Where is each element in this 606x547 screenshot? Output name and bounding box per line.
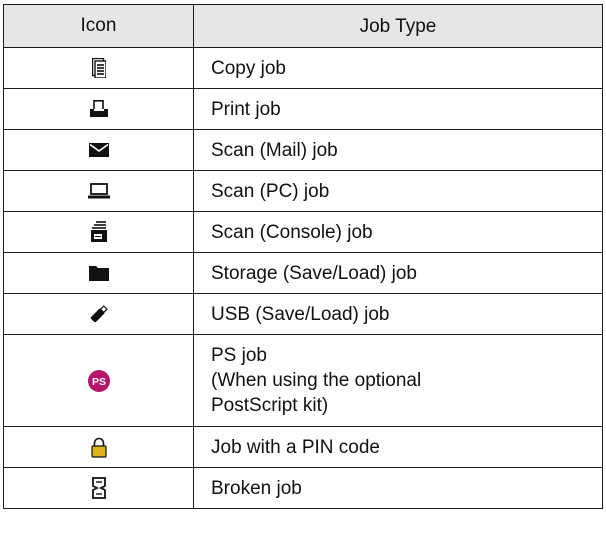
table-row: Scan (Console) job [4,211,602,252]
table-row: Scan (Mail) job [4,129,602,170]
table-row: PS PS job (When using the optional PostS… [4,334,602,426]
job-type-label: Copy job [211,57,286,79]
laptop-icon [87,183,110,199]
table-row: Storage (Save/Load) job [4,252,602,293]
copy-job-icon [91,58,106,78]
svg-text:PS: PS [91,376,105,388]
job-type-table: Icon Job Type Copy job Print job Scan (M… [3,4,603,509]
folder-icon [88,265,109,281]
table-row: Scan (PC) job [4,170,602,211]
scan-console-icon [90,221,108,243]
job-type-label: PS job (When using the optional PostScri… [211,345,422,416]
lock-icon [90,437,107,458]
table-row: USB (Save/Load) job [4,293,602,334]
broken-job-icon [90,477,108,499]
print-job-icon [89,100,109,118]
job-type-label: Broken job [211,477,302,499]
ps-icon: PS [87,369,110,392]
mail-icon [88,143,109,157]
table-row: Broken job [4,467,602,508]
table-header-row: Icon Job Type [4,5,602,47]
table-row: Copy job [4,47,602,88]
job-type-label: Scan (Mail) job [211,139,338,161]
job-type-label: Print job [211,98,281,120]
header-job-type-column: Job Type [359,15,437,37]
header-icon-column: Icon [4,5,194,47]
job-type-label: Job with a PIN code [211,436,380,458]
table-row: Job with a PIN code [4,426,602,467]
job-type-label: Storage (Save/Load) job [211,262,417,284]
table-row: Print job [4,88,602,129]
job-type-label: Scan (Console) job [211,221,373,243]
usb-icon [89,304,109,324]
job-type-label: USB (Save/Load) job [211,303,390,325]
job-type-label: Scan (PC) job [211,180,330,202]
